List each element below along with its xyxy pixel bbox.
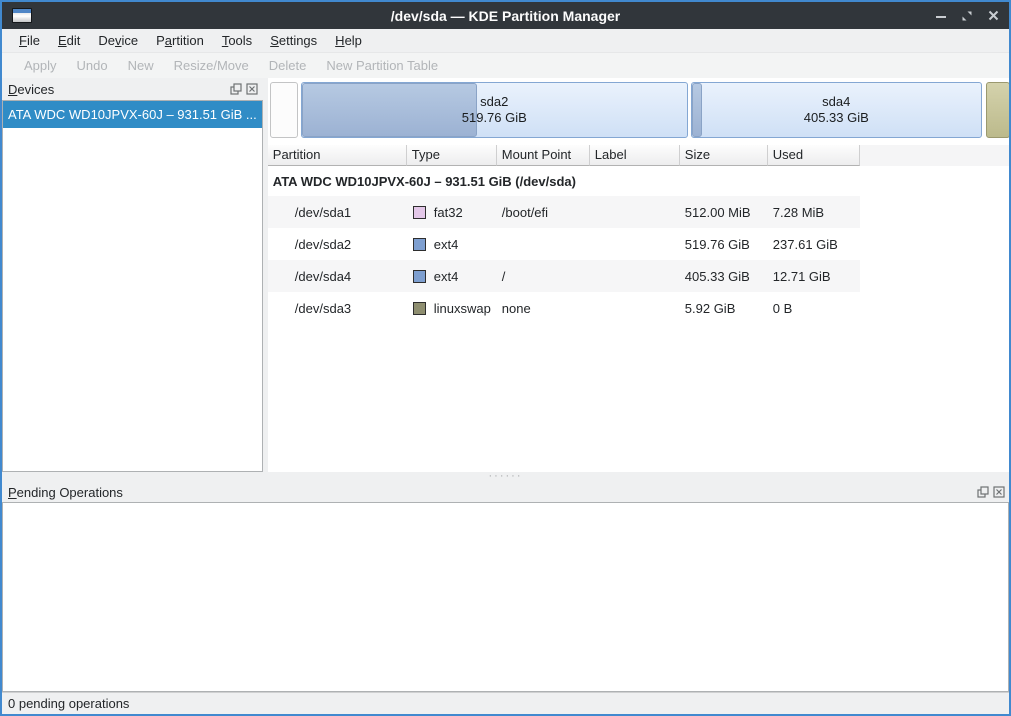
table-header: Partition Type Mount Point Label Size Us…	[268, 145, 1009, 166]
partition-segment-label: sda4 405.33 GiB	[692, 83, 981, 137]
table-row[interactable]: /dev/sda4 ext4 / 405.33 GiB 12.71 GiB	[268, 260, 860, 292]
devices-dock-titlebar: Devices	[2, 78, 263, 100]
partition-table: Partition Type Mount Point Label Size Us…	[268, 145, 1009, 472]
close-icon[interactable]	[992, 486, 1005, 499]
restore-icon[interactable]	[961, 10, 973, 22]
device-group-row[interactable]: ATA WDC WD10JPVX-60J – 931.51 GiB (/dev/…	[268, 166, 1009, 196]
column-header-empty	[860, 145, 1009, 166]
table-row[interactable]: /dev/sda2 ext4 519.76 GiB 237.61 GiB	[268, 228, 860, 260]
partition-segment-sda1[interactable]	[270, 82, 298, 138]
partition-used: 7.28 MiB	[768, 205, 860, 220]
partition-name: /dev/sda3	[268, 301, 407, 316]
column-header-type[interactable]: Type	[407, 145, 497, 166]
partition-segment-sda4[interactable]: sda4 405.33 GiB	[691, 82, 982, 138]
filesystem-color-swatch	[413, 206, 426, 219]
partition-segment-label: sda2 519.76 GiB	[302, 83, 687, 137]
statusbar: 0 pending operations	[2, 692, 1009, 714]
device-list: ATA WDC WD10JPVX-60J – 931.51 GiB ...	[2, 100, 263, 472]
pending-dock-buttons	[976, 486, 1005, 499]
horizontal-splitter[interactable]: ······	[2, 472, 1009, 482]
partition-segment-sda3[interactable]	[986, 82, 1010, 138]
partition-used: 237.61 GiB	[768, 237, 860, 252]
splitter-handle-dots: ······	[489, 474, 523, 480]
kde-partition-manager-window: /dev/sda — KDE Partition Manager File Ed…	[0, 0, 1011, 716]
partition-size: 519.76 GiB	[680, 237, 768, 252]
partition-segment-sda2[interactable]: sda2 519.76 GiB	[301, 82, 688, 138]
column-header-mount-point[interactable]: Mount Point	[497, 145, 590, 166]
filesystem-color-swatch	[413, 238, 426, 251]
partition-type: ext4	[407, 237, 497, 252]
mount-point: none	[497, 301, 590, 316]
partition-type: linuxswap	[407, 301, 497, 316]
undo-button[interactable]: Undo	[67, 58, 118, 73]
float-icon[interactable]	[230, 83, 243, 96]
app-icon[interactable]	[12, 8, 32, 23]
partition-size: 5.92 GiB	[680, 301, 768, 316]
menu-tools[interactable]: Tools	[213, 31, 261, 50]
menu-settings[interactable]: Settings	[261, 31, 326, 50]
main-area: Devices	[2, 78, 1009, 472]
partition-used: 0 B	[768, 301, 860, 316]
apply-button[interactable]: Apply	[14, 58, 67, 73]
pending-operations-titlebar: Pending Operations	[2, 482, 1009, 502]
partition-bar: sda2 519.76 GiB sda4 405.33 GiB	[268, 78, 1009, 145]
filesystem-color-swatch	[413, 302, 426, 315]
partition-name: /dev/sda2	[268, 237, 407, 252]
pending-operations-title: Pending Operations	[8, 485, 976, 500]
device-view: sda2 519.76 GiB sda4 405.33 GiB Partitio…	[268, 78, 1009, 472]
partition-name: /dev/sda4	[268, 269, 407, 284]
window-title: /dev/sda — KDE Partition Manager	[2, 8, 1009, 24]
status-text: 0 pending operations	[8, 696, 129, 711]
resize-move-button[interactable]: Resize/Move	[164, 58, 259, 73]
window-controls	[935, 10, 999, 22]
menubar: File Edit Device Partition Tools Setting…	[2, 29, 1009, 52]
mount-point: /boot/efi	[497, 205, 590, 220]
table-body: ATA WDC WD10JPVX-60J – 931.51 GiB (/dev/…	[268, 166, 1009, 472]
mount-point: /	[497, 269, 590, 284]
new-button[interactable]: New	[118, 58, 164, 73]
titlebar: /dev/sda — KDE Partition Manager	[2, 2, 1009, 29]
partition-type: ext4	[407, 269, 497, 284]
delete-button[interactable]: Delete	[259, 58, 317, 73]
float-icon[interactable]	[976, 486, 989, 499]
partition-size: 405.33 GiB	[680, 269, 768, 284]
partition-used: 12.71 GiB	[768, 269, 860, 284]
table-row[interactable]: /dev/sda1 fat32 /boot/efi 512.00 MiB 7.2…	[268, 196, 860, 228]
menu-device[interactable]: Device	[89, 31, 147, 50]
menu-help[interactable]: Help	[326, 31, 371, 50]
filesystem-color-swatch	[413, 270, 426, 283]
partition-size: 512.00 MiB	[680, 205, 768, 220]
close-icon[interactable]	[987, 10, 999, 22]
column-header-size[interactable]: Size	[680, 145, 768, 166]
table-row[interactable]: /dev/sda3 linuxswap none 5.92 GiB 0 B	[268, 292, 860, 324]
partition-type: fat32	[407, 205, 497, 220]
minimize-icon[interactable]	[935, 10, 947, 22]
partition-name: /dev/sda1	[268, 205, 407, 220]
column-header-partition[interactable]: Partition	[268, 145, 407, 166]
device-list-item-selected[interactable]: ATA WDC WD10JPVX-60J – 931.51 GiB ...	[3, 101, 262, 128]
devices-dock-title: Devices	[8, 82, 230, 97]
close-icon[interactable]	[246, 83, 259, 96]
menu-partition[interactable]: Partition	[147, 31, 213, 50]
devices-dock-buttons	[230, 83, 259, 96]
devices-dock: Devices	[2, 78, 263, 472]
pending-operations-panel	[2, 502, 1009, 692]
column-header-used[interactable]: Used	[768, 145, 860, 166]
new-partition-table-button[interactable]: New Partition Table	[316, 58, 452, 73]
column-header-label[interactable]: Label	[590, 145, 680, 166]
toolbar: Apply Undo New Resize/Move Delete New Pa…	[2, 52, 1009, 78]
menu-file[interactable]: File	[10, 31, 49, 50]
menu-edit[interactable]: Edit	[49, 31, 89, 50]
